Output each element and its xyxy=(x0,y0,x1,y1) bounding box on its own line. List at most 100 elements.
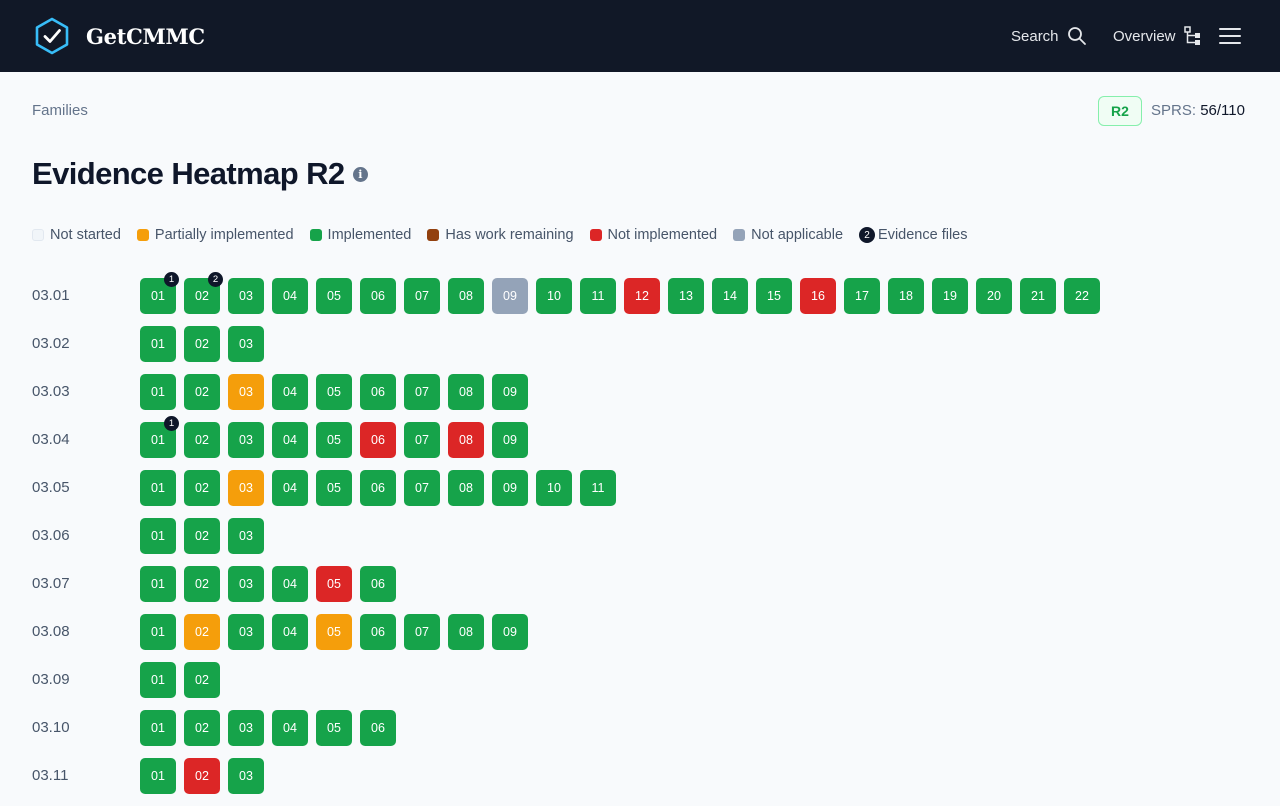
control-cell[interactable]: 08 xyxy=(448,470,484,506)
control-cell[interactable]: 01 xyxy=(140,566,176,602)
control-cell[interactable]: 02 xyxy=(184,470,220,506)
family-label[interactable]: 03.03 xyxy=(32,383,70,400)
control-cell[interactable]: 03 xyxy=(228,278,264,314)
control-cell[interactable]: 04 xyxy=(272,614,308,650)
control-cell[interactable]: 06 xyxy=(360,566,396,602)
breadcrumb-families-link[interactable]: Families xyxy=(32,102,88,119)
control-cell[interactable]: 01 xyxy=(140,470,176,506)
control-cell[interactable]: 10 xyxy=(536,470,572,506)
control-cell[interactable]: 19 xyxy=(932,278,968,314)
control-cell[interactable]: 08 xyxy=(448,614,484,650)
control-cell[interactable]: 03 xyxy=(228,518,264,554)
control-cell[interactable]: 20 xyxy=(976,278,1012,314)
control-cell[interactable]: 02 xyxy=(184,422,220,458)
control-cell[interactable]: 04 xyxy=(272,374,308,410)
control-cell[interactable]: 07 xyxy=(404,278,440,314)
control-cell[interactable]: 01 xyxy=(140,614,176,650)
control-cell[interactable]: 01 xyxy=(140,518,176,554)
control-cell[interactable]: 07 xyxy=(404,470,440,506)
overview-nav-button[interactable]: Overview xyxy=(1113,0,1202,72)
control-cell[interactable]: 04 xyxy=(272,566,308,602)
search-nav-button[interactable]: Search xyxy=(1011,0,1087,72)
control-cell[interactable]: 02 2 xyxy=(184,272,223,314)
control-cell[interactable]: 09 xyxy=(492,422,528,458)
family-label[interactable]: 03.04 xyxy=(32,431,70,448)
control-cell[interactable]: 02 xyxy=(184,566,220,602)
control-cell[interactable]: 05 xyxy=(316,374,352,410)
family-label[interactable]: 03.06 xyxy=(32,527,70,544)
control-cell[interactable]: 03 xyxy=(228,326,264,362)
control-cell[interactable]: 22 xyxy=(1064,278,1100,314)
control-cell[interactable]: 05 xyxy=(316,422,352,458)
control-cell[interactable]: 16 xyxy=(800,278,836,314)
control-cell[interactable]: 02 xyxy=(184,374,220,410)
control-cell[interactable]: 11 xyxy=(580,470,616,506)
control-cell[interactable]: 09 xyxy=(492,374,528,410)
control-cell[interactable]: 03 xyxy=(228,374,264,410)
control-cell[interactable]: 02 xyxy=(184,662,220,698)
control-cell[interactable]: 06 xyxy=(360,374,396,410)
control-cell[interactable]: 13 xyxy=(668,278,704,314)
control-cell[interactable]: 08 xyxy=(448,278,484,314)
control-cell[interactable]: 01 xyxy=(140,326,176,362)
control-cell[interactable]: 06 xyxy=(360,614,396,650)
control-cell[interactable]: 04 xyxy=(272,278,308,314)
control-cell[interactable]: 18 xyxy=(888,278,924,314)
control-cell[interactable]: 07 xyxy=(404,614,440,650)
control-cell[interactable]: 04 xyxy=(272,470,308,506)
control-cell[interactable]: 03 xyxy=(228,710,264,746)
control-cell[interactable]: 10 xyxy=(536,278,572,314)
control-cell[interactable]: 05 xyxy=(316,278,352,314)
control-cell[interactable]: 01 1 xyxy=(140,416,179,458)
family-label[interactable]: 03.05 xyxy=(32,479,70,496)
control-cell[interactable]: 05 xyxy=(316,614,352,650)
control-cell[interactable]: 11 xyxy=(580,278,616,314)
family-label[interactable]: 03.02 xyxy=(32,335,70,352)
control-cell[interactable]: 06 xyxy=(360,710,396,746)
control-cell[interactable]: 03 xyxy=(228,614,264,650)
control-cell[interactable]: 01 1 xyxy=(140,272,179,314)
control-cell[interactable]: 17 xyxy=(844,278,880,314)
info-icon[interactable]: i xyxy=(352,166,368,182)
brand-logo-link[interactable]: GetCMMC xyxy=(34,17,205,55)
control-cell[interactable]: 02 xyxy=(184,758,220,794)
family-label[interactable]: 03.11 xyxy=(32,767,68,784)
family-label[interactable]: 03.01 xyxy=(32,287,70,304)
control-cell[interactable]: 06 xyxy=(360,470,396,506)
control-cell[interactable]: 03 xyxy=(228,758,264,794)
control-cell[interactable]: 08 xyxy=(448,422,484,458)
control-cell[interactable]: 03 xyxy=(228,422,264,458)
control-cell[interactable]: 07 xyxy=(404,374,440,410)
control-cell[interactable]: 02 xyxy=(184,326,220,362)
family-label[interactable]: 03.09 xyxy=(32,671,70,688)
control-cell[interactable]: 12 xyxy=(624,278,660,314)
control-cell[interactable]: 05 xyxy=(316,470,352,506)
control-cell[interactable]: 04 xyxy=(272,422,308,458)
family-label[interactable]: 03.08 xyxy=(32,623,70,640)
control-cell[interactable]: 02 xyxy=(184,710,220,746)
control-cell[interactable]: 04 xyxy=(272,710,308,746)
control-cell[interactable]: 09 xyxy=(492,470,528,506)
control-cell[interactable]: 01 xyxy=(140,758,176,794)
control-cell[interactable]: 01 xyxy=(140,662,176,698)
control-cell[interactable]: 09 xyxy=(492,614,528,650)
control-cell[interactable]: 21 xyxy=(1020,278,1056,314)
control-cell[interactable]: 01 xyxy=(140,374,176,410)
control-cell[interactable]: 06 xyxy=(360,422,396,458)
control-cell[interactable]: 06 xyxy=(360,278,396,314)
control-cell[interactable]: 09 xyxy=(492,278,528,314)
hamburger-menu-icon[interactable] xyxy=(1218,24,1242,48)
control-cell[interactable]: 05 xyxy=(316,566,352,602)
control-cell[interactable]: 01 xyxy=(140,710,176,746)
control-cell[interactable]: 14 xyxy=(712,278,748,314)
control-cell[interactable]: 07 xyxy=(404,422,440,458)
control-cell[interactable]: 08 xyxy=(448,374,484,410)
family-label[interactable]: 03.10 xyxy=(32,719,70,736)
level-badge[interactable]: R2 xyxy=(1098,96,1142,126)
family-label[interactable]: 03.07 xyxy=(32,575,70,592)
control-cell[interactable]: 02 xyxy=(184,518,220,554)
control-cell[interactable]: 03 xyxy=(228,470,264,506)
control-cell[interactable]: 03 xyxy=(228,566,264,602)
control-cell[interactable]: 15 xyxy=(756,278,792,314)
control-cell[interactable]: 02 xyxy=(184,614,220,650)
